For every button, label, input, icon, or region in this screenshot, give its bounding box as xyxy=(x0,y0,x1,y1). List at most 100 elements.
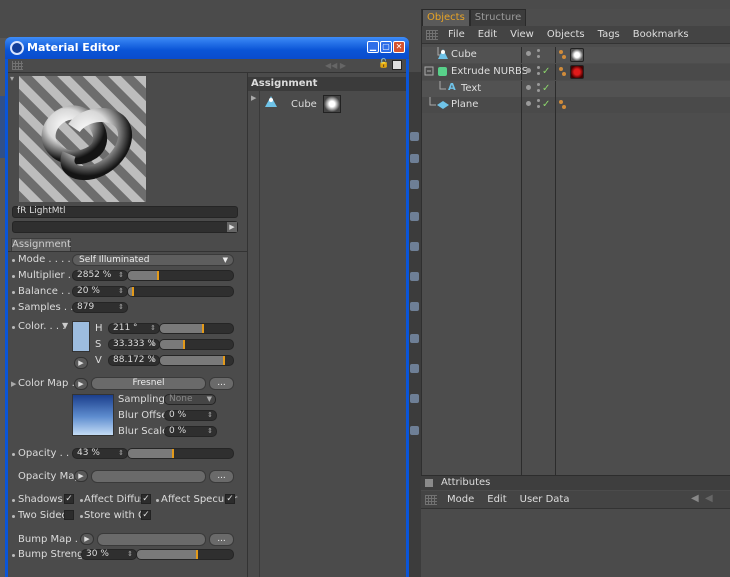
grip-icon[interactable] xyxy=(425,494,437,505)
color-map-more-button[interactable]: ... xyxy=(209,377,234,390)
minimize-button[interactable]: ▁ xyxy=(367,41,379,53)
menu-bookmarks[interactable]: Bookmarks xyxy=(633,29,689,40)
spinner-icon[interactable]: ⇕ xyxy=(150,356,156,365)
menu-objects[interactable]: Objects xyxy=(547,29,585,40)
bump-strength-field[interactable]: 30 % ⇕ xyxy=(81,549,137,560)
object-name[interactable]: Extrude NURBS xyxy=(451,66,528,77)
visibility-dot[interactable] xyxy=(526,51,531,56)
expand-arrow-icon[interactable]: ▶ xyxy=(11,380,16,388)
balance-slider[interactable] xyxy=(127,286,234,297)
check-icon[interactable]: ✓ xyxy=(542,99,550,110)
spinner-icon[interactable]: ⇕ xyxy=(150,340,156,349)
sampling-dropdown[interactable]: None ▼ xyxy=(164,394,216,405)
material-tag-icon[interactable] xyxy=(323,95,341,113)
menu-edit[interactable]: Edit xyxy=(487,494,506,505)
opacity-field[interactable]: 43 % ⇕ xyxy=(72,448,128,459)
tab-structure[interactable]: Structure xyxy=(469,9,527,26)
s-slider[interactable] xyxy=(159,339,234,350)
shadows-checkbox[interactable]: ✓ xyxy=(64,494,74,504)
opacity-map-menu-button[interactable]: ▶ xyxy=(74,470,88,482)
grip-icon[interactable] xyxy=(12,61,23,70)
visibility-dot[interactable] xyxy=(526,68,531,73)
visibility-dot[interactable] xyxy=(526,85,531,90)
visibility-dot[interactable] xyxy=(526,101,531,106)
menu-mode[interactable]: Mode xyxy=(447,494,474,505)
menu-file[interactable]: File xyxy=(448,29,465,40)
object-row-plane[interactable]: Plane ✓ xyxy=(422,97,730,113)
param-bullet xyxy=(12,259,15,262)
spinner-icon[interactable]: ⇕ xyxy=(118,287,124,296)
spinner-icon[interactable]: ⇕ xyxy=(118,271,124,280)
spinner-icon[interactable]: ⇕ xyxy=(118,449,124,458)
maximize-button[interactable]: ▢ xyxy=(380,41,392,53)
menu-user-data[interactable]: User Data xyxy=(520,494,570,505)
opacity-slider[interactable] xyxy=(127,448,234,459)
preview-menu-icon[interactable]: ▾ xyxy=(10,74,14,83)
color-menu-icon[interactable]: ▼ xyxy=(62,321,68,330)
menu-view[interactable]: View xyxy=(510,29,534,40)
color-swatch[interactable] xyxy=(72,321,90,352)
material-name-field[interactable]: fR LightMtl xyxy=(12,206,238,218)
tab-assignment[interactable]: Assignment xyxy=(11,238,71,252)
h-field[interactable]: 211 ° ⇕ xyxy=(108,323,160,334)
fresnel-shader-button[interactable]: Fresnel xyxy=(91,377,206,390)
multiplier-field[interactable]: 2852 % ⇕ xyxy=(72,270,128,281)
color-expand-button[interactable]: ▶ xyxy=(74,357,88,369)
object-name[interactable]: Cube xyxy=(451,49,477,60)
two-sided-checkbox[interactable] xyxy=(64,510,74,520)
bump-map-shader-button[interactable] xyxy=(97,533,206,546)
object-manager: Objects Structure File Edit View Objects… xyxy=(421,9,730,476)
spinner-icon[interactable]: ⇕ xyxy=(118,303,124,312)
spinner-icon[interactable]: ⇕ xyxy=(127,550,133,559)
collapse-icon[interactable] xyxy=(424,66,436,78)
new-window-icon[interactable] xyxy=(392,60,402,70)
back-arrow-icon[interactable]: ◀ xyxy=(691,493,699,504)
menu-tags[interactable]: Tags xyxy=(598,29,620,40)
attributes-title: Attributes xyxy=(441,477,491,488)
bump-map-more-button[interactable]: ... xyxy=(209,533,234,546)
assignment-item[interactable]: Cube xyxy=(291,99,317,110)
bump-map-menu-button[interactable]: ▶ xyxy=(80,533,94,545)
object-row-text[interactable]: A Text ✓ xyxy=(422,81,730,97)
mode-dropdown[interactable]: Self Illuminated ▼ xyxy=(72,254,234,266)
s-field[interactable]: 33.333 % ⇕ xyxy=(108,339,160,350)
v-slider[interactable] xyxy=(159,355,234,366)
forward-arrow-icon[interactable]: ◀ xyxy=(705,493,713,504)
check-icon[interactable]: ✓ xyxy=(542,66,550,77)
object-name[interactable]: Text xyxy=(461,83,481,94)
menu-edit[interactable]: Edit xyxy=(478,29,497,40)
spinner-icon[interactable]: ⇕ xyxy=(207,427,213,436)
lock-icon[interactable]: 🔓 xyxy=(378,59,389,71)
expand-arrow-icon[interactable]: ▶ xyxy=(251,94,256,102)
material-tag-icon[interactable] xyxy=(570,48,584,62)
material-tag-icon[interactable] xyxy=(570,65,584,79)
opacity-map-shader-button[interactable] xyxy=(91,470,206,483)
spinner-icon[interactable]: ⇕ xyxy=(207,411,213,420)
object-row-cube[interactable]: Cube xyxy=(422,47,730,63)
tab-objects[interactable]: Objects xyxy=(422,9,470,26)
object-name[interactable]: Plane xyxy=(451,99,478,110)
object-row-extrude[interactable]: Extrude NURBS ✓ xyxy=(422,64,730,80)
material-preview[interactable] xyxy=(19,76,146,202)
h-slider[interactable] xyxy=(159,323,234,334)
blur-offset-field[interactable]: 0 % ⇕ xyxy=(164,410,217,421)
spinner-icon[interactable]: ⇕ xyxy=(150,324,156,333)
nav-arrows-icon[interactable]: ◀◀ ▶ xyxy=(325,61,346,70)
multiplier-slider[interactable] xyxy=(127,270,234,281)
titlebar[interactable]: Material Editor ▁ ▢ ✕ xyxy=(5,37,409,59)
opacity-map-more-button[interactable]: ... xyxy=(209,470,234,483)
balance-field[interactable]: 20 % ⇕ xyxy=(72,286,128,297)
v-field[interactable]: 88.172 % ⇕ xyxy=(108,355,160,366)
color-map-menu-button[interactable]: ▶ xyxy=(74,378,88,390)
affect-diffuse-checkbox[interactable]: ✓ xyxy=(141,494,151,504)
scroll-right-icon[interactable]: ▶ xyxy=(227,222,237,232)
store-gi-checkbox[interactable]: ✓ xyxy=(141,510,151,520)
material-scroll-bar[interactable] xyxy=(12,221,238,233)
check-icon[interactable]: ✓ xyxy=(542,83,550,94)
bump-strength-slider[interactable] xyxy=(136,549,234,560)
samples-field[interactable]: 879 ⇕ xyxy=(72,302,128,313)
close-button[interactable]: ✕ xyxy=(393,41,405,53)
blur-scale-field[interactable]: 0 % ⇕ xyxy=(164,426,217,437)
affect-specular-checkbox[interactable]: ✓ xyxy=(225,494,235,504)
grip-icon[interactable] xyxy=(426,29,438,40)
